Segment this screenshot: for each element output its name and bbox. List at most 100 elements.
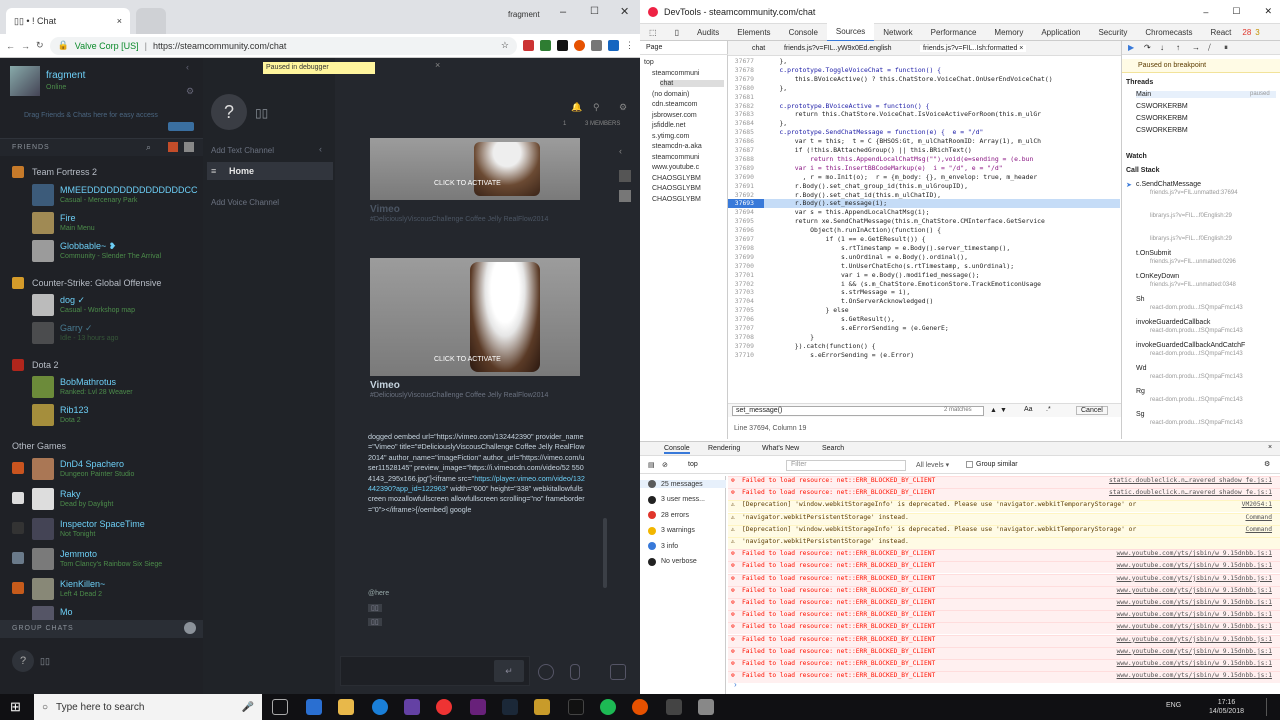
navigator-item[interactable]: jsbrowser.com	[652, 112, 697, 119]
code-line[interactable]: 37710 s.eErrorSending = (e.Error)	[728, 351, 1120, 360]
tab-react[interactable]: React	[1201, 24, 1240, 41]
sidebar-toggle-icon[interactable]: ▤	[648, 461, 655, 469]
line-number[interactable]: 37698	[728, 244, 764, 253]
code-line[interactable]: 37699 s.unOrdinal = e.Body().ordinal(),	[728, 253, 1120, 262]
console-filter-item[interactable]: 3 warnings	[648, 526, 695, 535]
line-number[interactable]: 37692	[728, 191, 764, 200]
code-line[interactable]: 37698 s.rtTimestamp = e.Body().server_ti…	[728, 244, 1120, 253]
thread-item[interactable]: CSWORKERBM	[1136, 115, 1188, 122]
watch-header[interactable]: Watch	[1126, 153, 1147, 160]
code-line[interactable]: 37687 if (!this.BAttachedGroup() || this…	[728, 146, 1120, 155]
line-number[interactable]: 37694	[728, 208, 764, 217]
group-chat-avatar[interactable]: ?	[12, 650, 34, 672]
code-line[interactable]: 37709 }).catch(function() {	[728, 342, 1120, 351]
friend-row[interactable]: BobMathrotus Ranked: Lvl 28 Weaver	[0, 374, 203, 400]
code-line[interactable]: 37704 t.OnServerAcknowledged()	[728, 297, 1120, 306]
console-message[interactable]: ⚠ [Deprecation] 'window.webkitStorageInfo…	[728, 500, 1280, 513]
navigator-item[interactable]: CHAOSGLYBM	[652, 175, 701, 182]
line-number[interactable]: 37684	[728, 119, 764, 128]
friend-row[interactable]: DnD4 Spachero Dungeon Painter Studio	[0, 456, 203, 482]
tab-sources[interactable]: Sources	[826, 22, 875, 42]
game-group-header[interactable]: Team Fortress 2	[32, 167, 97, 177]
extension-icon[interactable]	[523, 40, 534, 51]
app-icon[interactable]	[666, 699, 682, 715]
taskbar-search[interactable]: ○ Type here to search 🎤	[34, 694, 262, 720]
console-message[interactable]: ⊗ Failed to load resource: net::ERR_BLOCK…	[728, 585, 1280, 598]
add-text-channel[interactable]: Add Text Channel	[211, 146, 274, 155]
terminal-icon[interactable]	[568, 699, 584, 715]
console-message[interactable]: ⊗ Failed to load resource: net::ERR_BLOCK…	[728, 646, 1280, 659]
callstack-location[interactable]: friends.js?v=FIL..unmatted:0296	[1150, 259, 1236, 265]
line-number[interactable]: 37706	[728, 315, 764, 324]
twitch-icon[interactable]	[404, 699, 420, 715]
code-line[interactable]: 37682 c.prototype.BVoiceActive = functio…	[728, 102, 1120, 111]
callstack-location[interactable]: react-dom.produ...tSQmpaFmc143	[1150, 420, 1243, 426]
friend-row[interactable]: Globbable~ ❥ Community - Slender The Arr…	[0, 238, 203, 264]
line-number[interactable]: 37678	[728, 66, 764, 75]
app-icon[interactable]	[534, 699, 550, 715]
console-message-source[interactable]: www.youtube.com/yts/jsbin/w_9.15dnbb.js:…	[1117, 672, 1272, 680]
chrome-icon[interactable]	[436, 699, 452, 715]
minimize-icon[interactable]: –	[1203, 7, 1208, 17]
line-number[interactable]: 37680	[728, 84, 764, 93]
line-number[interactable]: 37682	[728, 102, 764, 111]
console-message[interactable]: ⊗ Failed to load resource: net::ERR_BLOCK…	[728, 598, 1280, 610]
console-message[interactable]: ⊗ Failed to load resource: net::ERR_BLOCK…	[728, 549, 1280, 562]
callstack-location[interactable]: friends.js?v=FIL..unmatted:0348	[1150, 282, 1236, 288]
callstack-frame[interactable]: Rg	[1136, 388, 1145, 395]
thread-item[interactable]: CSWORKERBM	[1136, 103, 1188, 110]
navigator-item[interactable]: CHAOSGLYBM	[652, 196, 701, 203]
console-message-source[interactable]: www.youtube.com/yts/jsbin/w_9.15dnbb.js:…	[1117, 587, 1272, 595]
warning-badge[interactable]: 3	[1253, 28, 1261, 37]
code-line[interactable]: 37696 Object(h.runInAction)(function() {	[728, 226, 1120, 235]
pin-icon[interactable]: ⚲	[593, 102, 600, 113]
other-games-header[interactable]: Other Games	[12, 441, 66, 451]
line-number[interactable]: 37685	[728, 128, 764, 137]
collapse-icon[interactable]: ‹	[619, 146, 622, 156]
callstack-location[interactable]: react-dom.produ...tSQmpaFmc143	[1150, 351, 1243, 357]
console-message[interactable]: ⊗ Failed to load resource: net::ERR_BLOCK…	[728, 488, 1280, 501]
game-group-header[interactable]: Dota 2	[32, 360, 59, 370]
video-thumbnail[interactable]: CLICK TO ACTIVATE	[370, 138, 580, 200]
console-message-source[interactable]: www.youtube.com/yts/jsbin/w_9.15dnbb.js:…	[1117, 660, 1272, 668]
tab-memory[interactable]: Memory	[985, 24, 1032, 41]
drawer-tab-rendering[interactable]: Rendering	[708, 445, 740, 452]
navigator-item[interactable]: chat	[660, 80, 724, 87]
close-window-icon[interactable]: ✕	[1264, 6, 1272, 17]
code-line[interactable]: 37678 c.prototype.ToggleVoiceChat = func…	[728, 66, 1120, 75]
clear-console-icon[interactable]: ⊘	[662, 461, 668, 469]
deactivate-breakpoints-icon[interactable]: ⧸	[1208, 43, 1211, 53]
line-number[interactable]: 37701	[728, 271, 764, 280]
file-tab-active[interactable]: friends.js?v=FIL..Ish:formatted ×	[920, 45, 1027, 52]
line-number[interactable]: 37681	[728, 93, 764, 102]
page-tab[interactable]: Page	[646, 44, 662, 51]
line-number[interactable]: 37710	[728, 351, 764, 360]
navigator-item[interactable]: www.youtube.c	[652, 164, 699, 171]
line-number[interactable]: 37688	[728, 155, 764, 164]
cancel-button[interactable]: Cancel	[1076, 406, 1108, 415]
close-icon[interactable]: ×	[1268, 444, 1272, 451]
reload-icon[interactable]: ↻	[36, 40, 44, 51]
collapse-icon[interactable]: ‹	[319, 144, 322, 154]
code-line[interactable]: 37693 r.Body().set_message(i);	[728, 199, 1120, 209]
new-tab-button[interactable]	[136, 8, 166, 34]
attach-icon[interactable]	[570, 664, 580, 680]
friend-row[interactable]: Jemmoto Tom Clancy's Rainbow Six Siege	[0, 546, 203, 572]
code-line[interactable]: 37685 c.prototype.SendChatMessage = func…	[728, 128, 1120, 137]
task-view-icon[interactable]	[272, 699, 288, 715]
line-number[interactable]: 37703	[728, 288, 764, 297]
line-number[interactable]: 37699	[728, 253, 764, 262]
line-number[interactable]: 37691	[728, 182, 764, 191]
context-select[interactable]: top	[688, 461, 698, 468]
close-icon[interactable]: ×	[435, 60, 440, 70]
emoji-icon[interactable]	[538, 664, 554, 680]
code-line[interactable]: 37700 t.UnUserChatEcho(s.rtTimestamp, s.…	[728, 262, 1120, 271]
line-number[interactable]: 37689	[728, 164, 764, 173]
console-message-source[interactable]: static.doubleclick.n…ravered_shadow_fe.j…	[1109, 477, 1272, 485]
friend-row[interactable]: Mo	[0, 604, 203, 620]
maximize-icon[interactable]: ☐	[590, 6, 599, 17]
code-line[interactable]: 37694 var s = this.AppendLocalChatMsg(i)…	[728, 208, 1120, 217]
console-filter-item[interactable]: No verbose	[648, 557, 697, 566]
threads-header[interactable]: Threads	[1126, 79, 1153, 86]
url-field[interactable]: 🔒 Valve Corp [US] | https://steamcommuni…	[49, 36, 517, 55]
